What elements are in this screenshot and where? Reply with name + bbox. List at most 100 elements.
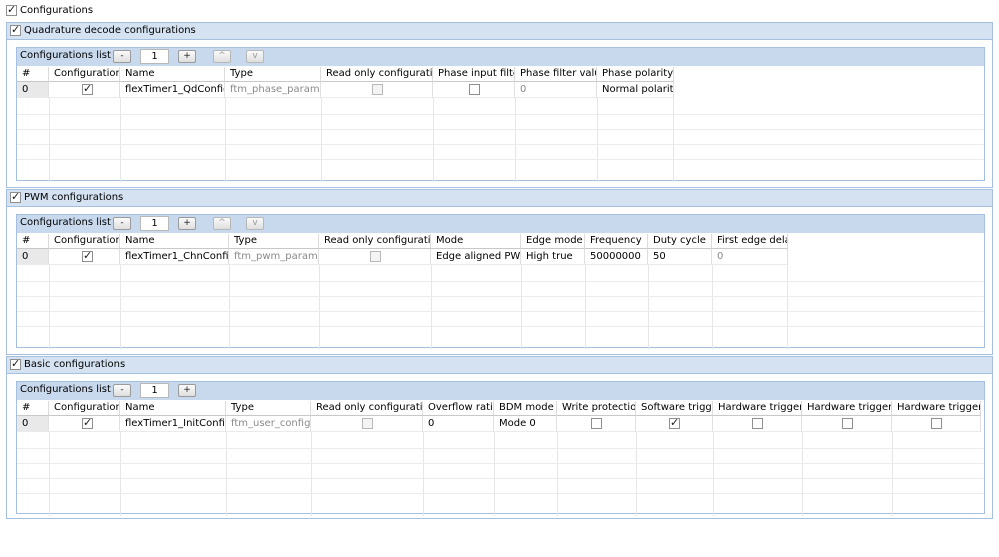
grid-divider — [802, 432, 803, 516]
pwm-move-down-button[interactable]: v — [246, 217, 264, 230]
configurations-checkbox[interactable] — [6, 3, 17, 17]
grid-divider — [433, 98, 434, 182]
column-header: Duty cycle — [648, 234, 712, 249]
hardware-trigger-1-checkbox[interactable] — [842, 418, 853, 429]
overflow-ratio-cell[interactable]: 0 — [423, 416, 494, 432]
column-header: Phase input filter — [433, 67, 515, 82]
phase-filter-value-cell[interactable]: 0 — [515, 82, 597, 98]
grid-divider — [17, 114, 984, 115]
basic-title: Basic configurations — [24, 359, 126, 370]
quadrature-move-up-button[interactable]: ^ — [213, 50, 231, 63]
grid-divider — [311, 432, 312, 516]
configuration-checkbox[interactable] — [82, 249, 93, 263]
grid-divider — [17, 448, 984, 449]
grid-divider — [17, 296, 984, 297]
table-cell — [713, 416, 802, 432]
column-header: Overflow ratio — [423, 401, 494, 416]
mode-cell[interactable]: Edge aligned PWM — [431, 249, 521, 265]
column-header: Mode — [431, 234, 521, 249]
column-header: First edge delay — [712, 234, 788, 249]
column-header: # — [17, 234, 49, 249]
column-header: Read only configuration — [311, 401, 423, 416]
column-header: Software trigger — [636, 401, 713, 416]
grid-divider — [321, 98, 322, 182]
grid-divider — [17, 129, 984, 130]
column-header: Read only configuration — [319, 234, 431, 249]
pwm-count-field[interactable]: 1 — [140, 216, 169, 231]
column-header: Hardware trigger 0 — [713, 401, 802, 416]
bdm-mode-cell[interactable]: Mode 0 — [494, 416, 557, 432]
pwm-move-up-button[interactable]: ^ — [213, 217, 231, 230]
phase-polarity-cell[interactable]: Normal polarity — [597, 82, 674, 98]
pwm-table: # Configuration Name Type Read only conf… — [17, 234, 984, 349]
grid-divider — [17, 144, 984, 145]
pwm-minus-button[interactable]: - — [113, 217, 131, 230]
type-cell: ftm_phase_params_t — [225, 82, 321, 98]
grid-divider — [17, 159, 984, 160]
column-header: Hardware trigger 1 — [802, 401, 892, 416]
grid-divider — [17, 281, 984, 282]
hardware-trigger-0-checkbox[interactable] — [752, 418, 763, 429]
type-cell: ftm_user_config_t — [226, 416, 311, 432]
quadrature-count-field[interactable]: 1 — [140, 49, 169, 64]
edge-mode-cell[interactable]: High true — [521, 249, 585, 265]
basic-count-field[interactable]: 1 — [140, 383, 169, 398]
column-header: Phase filter value — [515, 67, 597, 82]
column-header: # — [17, 67, 49, 82]
grid-divider — [673, 98, 674, 182]
quadrature-minus-button[interactable]: - — [113, 50, 131, 63]
quadrature-config-list: Configurations list - 1 + ^ v # Configur… — [16, 47, 985, 182]
grid-divider — [636, 432, 637, 516]
frequency-cell[interactable]: 50000000 — [585, 249, 648, 265]
grid-divider — [49, 432, 50, 516]
basic-header: Basic configurations — [7, 357, 992, 374]
grid-divider — [521, 265, 522, 349]
basic-add-button[interactable]: + — [178, 384, 196, 397]
software-trigger-checkbox[interactable] — [669, 416, 680, 430]
first-edge-delay-cell[interactable]: 0 — [712, 249, 788, 265]
configuration-checkbox[interactable] — [82, 82, 93, 96]
hardware-trigger-2-checkbox[interactable] — [931, 418, 942, 429]
pwm-config-list: Configurations list - 1 + ^ v # Configur… — [16, 214, 985, 349]
basic-config-list: Configurations list - 1 + # Configuratio… — [16, 381, 985, 516]
name-cell[interactable]: flexTimer1_QdConfig0 — [120, 82, 225, 98]
quadrature-panel: Quadrature decode configurations Configu… — [6, 22, 993, 188]
pwm-panel: PWM configurations Configurations list -… — [6, 189, 993, 355]
quadrature-move-down-button[interactable]: v — [246, 50, 264, 63]
read-only-checkbox[interactable] — [370, 251, 381, 262]
grid-divider — [515, 98, 516, 182]
duty-cycle-cell[interactable]: 50 — [648, 249, 712, 265]
quadrature-add-button[interactable]: + — [178, 50, 196, 63]
table-cell — [311, 416, 423, 432]
write-protection-checkbox[interactable] — [591, 418, 602, 429]
phase-input-filter-checkbox[interactable] — [469, 84, 480, 95]
read-only-checkbox[interactable] — [362, 418, 373, 429]
table-cell — [321, 82, 433, 98]
read-only-checkbox[interactable] — [372, 84, 383, 95]
pwm-add-button[interactable]: + — [178, 217, 196, 230]
quadrature-checkbox[interactable] — [10, 23, 21, 37]
pwm-checkbox[interactable] — [10, 190, 21, 204]
table-cell — [892, 416, 981, 432]
name-cell[interactable]: flexTimer1_InitConfig0 — [120, 416, 226, 432]
column-header: Write protection — [557, 401, 636, 416]
grid-divider — [229, 265, 230, 349]
basic-checkbox[interactable] — [10, 357, 21, 371]
table-cell — [319, 249, 431, 265]
quadrature-list-header: Configurations list - 1 + ^ v — [17, 48, 984, 66]
basic-minus-button[interactable]: - — [113, 384, 131, 397]
table-cell — [557, 416, 636, 432]
basic-list-header: Configurations list - 1 + — [17, 382, 984, 400]
column-header: Hardware trigger 2 — [892, 401, 981, 416]
grid-divider — [787, 265, 788, 349]
configuration-checkbox[interactable] — [82, 416, 93, 430]
pwm-header: PWM configurations — [7, 190, 992, 207]
column-header: Phase polarity — [597, 67, 674, 82]
name-cell[interactable]: flexTimer1_ChnConfig0 — [120, 249, 229, 265]
grid-divider — [120, 432, 121, 516]
column-header: Frequency — [585, 234, 648, 249]
grid-divider — [17, 326, 984, 327]
grid-divider — [17, 493, 984, 494]
grid-divider — [648, 265, 649, 349]
grid-divider — [17, 478, 984, 479]
